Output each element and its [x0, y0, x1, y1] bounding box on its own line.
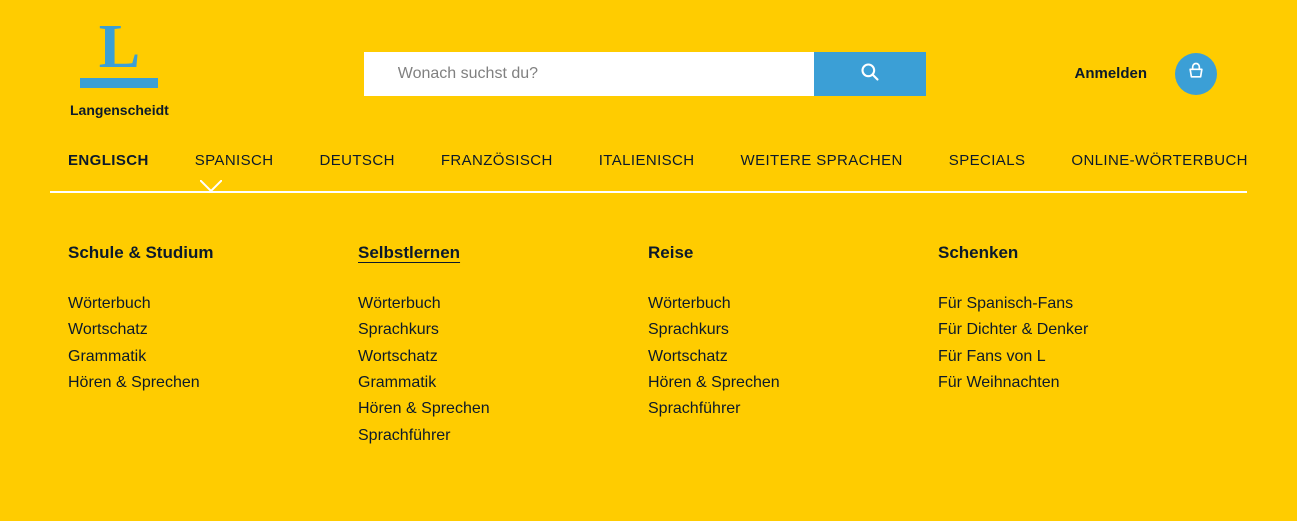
nav-spanisch[interactable]: SPANISCH	[195, 152, 274, 169]
mega-link[interactable]: Hören & Sprechen	[358, 396, 648, 422]
mega-link[interactable]: Sprachkurs	[648, 317, 938, 343]
nav-specials[interactable]: SPECIALS	[949, 152, 1026, 169]
mega-link[interactable]: Wörterbuch	[648, 291, 938, 317]
mega-head-schenken[interactable]: Schenken	[938, 243, 1018, 263]
nav-italienisch[interactable]: ITALIENISCH	[599, 152, 695, 169]
mega-head-schule[interactable]: Schule & Studium	[68, 243, 213, 263]
search-button[interactable]	[814, 52, 926, 96]
mega-link[interactable]: Wortschatz	[68, 317, 358, 343]
mega-link[interactable]: Wortschatz	[358, 344, 648, 370]
mega-col-selbstlernen: Selbstlernen Wörterbuch Sprachkurs Worts…	[358, 243, 648, 449]
mega-head-selbstlernen[interactable]: Selbstlernen	[358, 243, 460, 263]
mega-link[interactable]: Sprachführer	[358, 423, 648, 449]
nav-franzoesisch[interactable]: FRANZÖSISCH	[441, 152, 553, 169]
main-nav: ENGLISCH SPANISCH DEUTSCH FRANZÖSISCH IT…	[50, 152, 1247, 193]
mega-link[interactable]: Wörterbuch	[358, 291, 648, 317]
mega-link[interactable]: Grammatik	[358, 370, 648, 396]
mega-head-reise[interactable]: Reise	[648, 243, 693, 263]
search-icon	[860, 62, 880, 85]
mega-link[interactable]: Für Weihnachten	[938, 370, 1228, 396]
mega-link[interactable]: Hören & Sprechen	[68, 370, 358, 396]
mega-menu: Schule & Studium Wörterbuch Wortschatz G…	[50, 193, 1247, 449]
search-input[interactable]	[364, 52, 814, 96]
logo[interactable]: L Langenscheidt	[70, 20, 169, 118]
mega-link[interactable]: Sprachführer	[648, 396, 938, 422]
nav-indicator-icon	[200, 180, 222, 202]
logo-letter: L	[99, 20, 140, 76]
nav-weitere-sprachen[interactable]: WEITERE SPRACHEN	[741, 152, 903, 169]
mega-link[interactable]: Für Fans von L	[938, 344, 1228, 370]
mega-link[interactable]: Hören & Sprechen	[648, 370, 938, 396]
mega-col-schenken: Schenken Für Spanisch-Fans Für Dichter &…	[938, 243, 1228, 449]
mega-col-reise: Reise Wörterbuch Sprachkurs Wortschatz H…	[648, 243, 938, 449]
nav-deutsch[interactable]: DEUTSCH	[320, 152, 395, 169]
mega-col-schule: Schule & Studium Wörterbuch Wortschatz G…	[68, 243, 358, 449]
nav-online-woerterbuch[interactable]: ONLINE-WÖRTERBUCH	[1071, 152, 1248, 169]
cart-button[interactable]	[1175, 53, 1217, 95]
brand-name: Langenscheidt	[70, 102, 169, 118]
mega-link[interactable]: Wörterbuch	[68, 291, 358, 317]
mega-link[interactable]: Für Dichter & Denker	[938, 317, 1228, 343]
mega-link[interactable]: Grammatik	[68, 344, 358, 370]
mega-link[interactable]: Für Spanisch-Fans	[938, 291, 1228, 317]
login-link[interactable]: Anmelden	[1074, 65, 1147, 82]
mega-link[interactable]: Wortschatz	[648, 344, 938, 370]
mega-link[interactable]: Sprachkurs	[358, 317, 648, 343]
basket-icon	[1186, 61, 1206, 86]
nav-englisch[interactable]: ENGLISCH	[68, 152, 149, 169]
search-form	[364, 52, 926, 96]
